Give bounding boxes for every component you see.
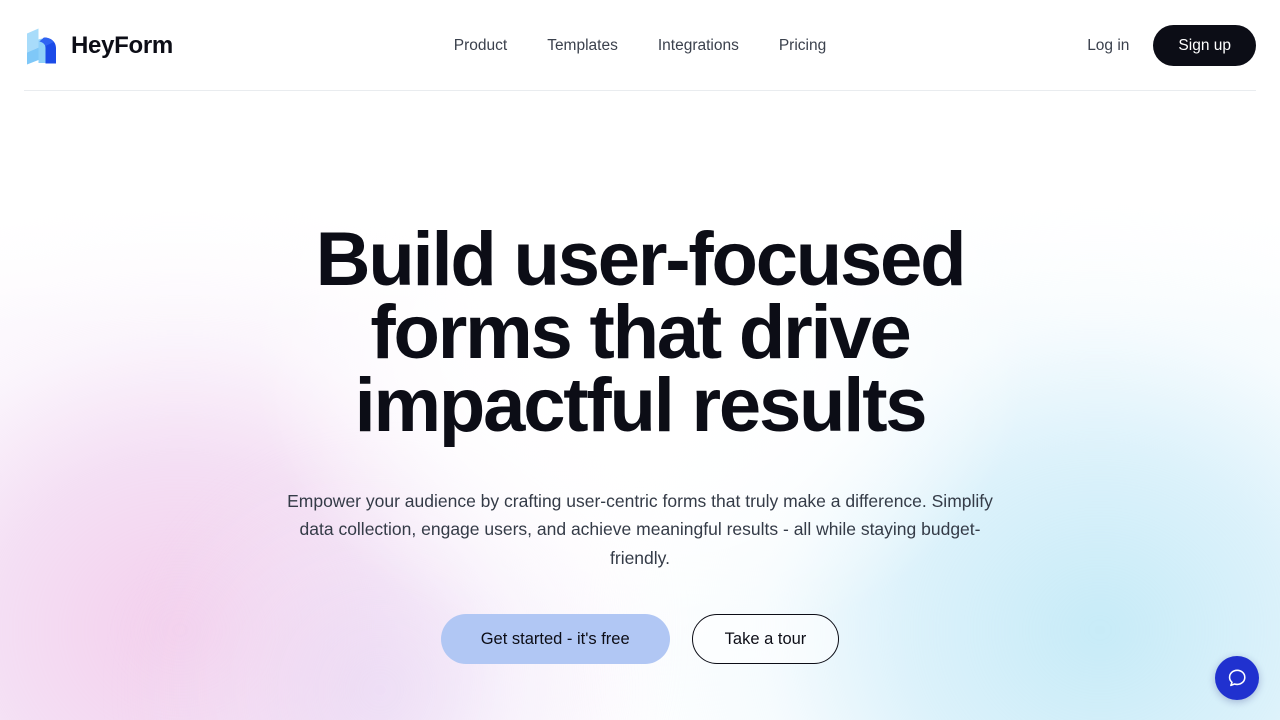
heyform-logo-icon: [24, 27, 60, 65]
hero-section: Build user-focused forms that drive impa…: [0, 91, 1280, 665]
chat-bubble-icon: [1226, 667, 1248, 689]
hero-cta-group: Get started - it's free Take a tour: [0, 613, 1280, 665]
nav-item-templates[interactable]: Templates: [527, 30, 638, 62]
main-navigation: Product Templates Integrations Pricing: [434, 30, 846, 62]
header-actions: Log in Sign up: [1085, 24, 1256, 67]
hero-subtitle: Empower your audience by crafting user-c…: [287, 490, 993, 568]
hero-title: Build user-focused forms that drive impa…: [315, 217, 967, 448]
nav-item-product[interactable]: Product: [434, 30, 527, 62]
page-root: HeyForm Product Templates Integrations P…: [0, 0, 1280, 720]
take-a-tour-button[interactable]: Take a tour: [691, 613, 840, 665]
chat-widget-button[interactable]: [1215, 656, 1259, 700]
nav-item-integrations[interactable]: Integrations: [638, 30, 759, 62]
nav-item-pricing[interactable]: Pricing: [759, 30, 846, 62]
get-started-button[interactable]: Get started - it's free: [440, 613, 670, 665]
brand-name: HeyForm: [71, 31, 173, 59]
brand-logo-link[interactable]: HeyForm: [24, 27, 173, 65]
login-link[interactable]: Log in: [1085, 31, 1131, 61]
signup-button[interactable]: Sign up: [1153, 24, 1256, 67]
site-header: HeyForm Product Templates Integrations P…: [0, 0, 1280, 91]
